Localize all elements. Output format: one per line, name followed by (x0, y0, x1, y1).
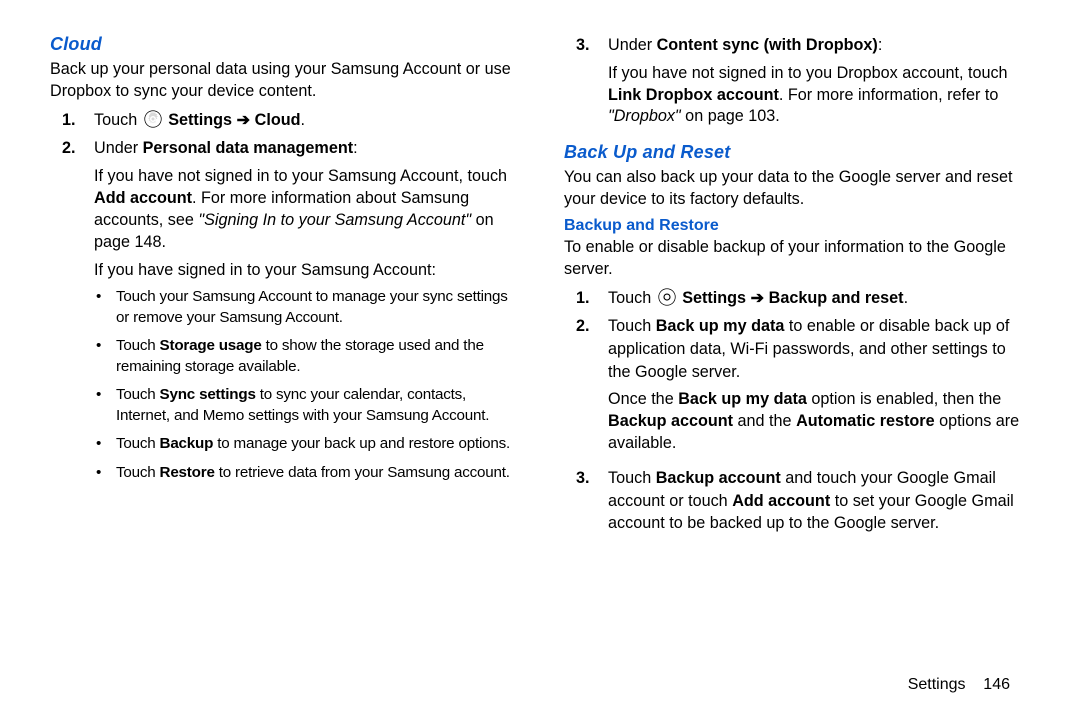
t: Backup and reset (769, 289, 904, 307)
manual-page: Cloud Back up your personal data using y… (0, 0, 1080, 720)
cross-ref: "Signing In to your Samsung Account" (198, 211, 471, 229)
t: If you have not signed in to you Dropbox… (608, 64, 1008, 82)
dot: . (904, 289, 909, 307)
text-cloud: Cloud (255, 111, 301, 129)
t: Touch (608, 317, 656, 335)
t: Link Dropbox account (608, 86, 779, 104)
bullet-icon: • (94, 385, 116, 426)
step-number: 1. (564, 287, 608, 310)
bur-sub: To enable or disable backup of your info… (564, 237, 1030, 281)
pdm-para-2: If you have signed in to your Samsung Ac… (94, 260, 516, 282)
t: Backup account (656, 469, 781, 487)
colon: : (878, 36, 883, 54)
step-number: 1. (50, 109, 94, 132)
step-number: 2. (50, 137, 94, 491)
step-number: 2. (564, 315, 608, 461)
t: Storage usage (160, 337, 262, 354)
t: Settings (682, 289, 746, 307)
t: Touch (116, 435, 160, 452)
t: Add account (732, 492, 830, 510)
left-column: Cloud Back up your personal data using y… (50, 34, 540, 700)
bur-intro: You can also back up your data to the Go… (564, 167, 1030, 211)
step-1: 1. Touch Settings ➔ Backup and reset. (564, 287, 1030, 310)
t: option is enabled, then the (807, 390, 1001, 408)
t: Touch (608, 289, 656, 307)
text: Touch (94, 111, 142, 129)
bullet-list: •Touch your Samsung Account to manage yo… (94, 287, 516, 483)
t: to retrieve data from your Samsung accou… (215, 464, 510, 481)
arrow: ➔ (751, 289, 769, 307)
t: If you have not signed in to your Samsun… (94, 167, 507, 185)
step-1: 1. Touch Settings ➔ Cloud. (50, 109, 516, 132)
cloud-steps-cont: 3. Under Content sync (with Dropbox): If… (564, 34, 1030, 134)
step-2: 2. Under Personal data management: If yo… (50, 137, 516, 491)
list-item: •Touch Backup to manage your back up and… (94, 434, 516, 455)
footer-page-number: 146 (983, 676, 1010, 693)
bullet-icon: • (94, 336, 116, 377)
step-3: 3. Under Content sync (with Dropbox): If… (564, 34, 1030, 134)
bullet-icon: • (94, 434, 116, 455)
backup-steps: 1. Touch Settings ➔ Backup and reset. 2.… (564, 287, 1030, 535)
t: Touch (116, 386, 160, 403)
list-item: •Touch Sync settings to sync your calend… (94, 385, 516, 426)
dropbox-para: If you have not signed in to you Dropbox… (608, 63, 1030, 129)
cross-ref: "Dropbox" (608, 107, 681, 125)
t: Back up my data (656, 317, 785, 335)
t: Sync settings (160, 386, 256, 403)
t: Under (608, 36, 657, 54)
heading-cloud: Cloud (50, 34, 516, 55)
footer-section: Settings (908, 676, 966, 693)
step2-extra: Once the Back up my data option is enabl… (608, 389, 1030, 455)
t: Touch (116, 337, 160, 354)
list-item: •Touch Storage usage to show the storage… (94, 336, 516, 377)
arrow: ➔ (237, 111, 255, 129)
t: Back up my data (678, 390, 807, 408)
step-2: 2. Touch Back up my data to enable or di… (564, 315, 1030, 461)
pdm-para-1: If you have not signed in to your Samsun… (94, 166, 516, 253)
gear-icon (658, 288, 676, 306)
bullet-icon: • (94, 287, 116, 328)
list-item: •Touch Restore to retrieve data from you… (94, 463, 516, 484)
dot: . (300, 111, 305, 129)
step-number: 3. (564, 467, 608, 535)
list-item: •Touch your Samsung Account to manage yo… (94, 287, 516, 328)
t: Touch (116, 464, 160, 481)
t: Once the (608, 390, 678, 408)
bullet-icon: • (94, 463, 116, 484)
step-number: 3. (564, 34, 608, 134)
step-3: 3. Touch Backup account and touch your G… (564, 467, 1030, 535)
text: Under (94, 139, 143, 157)
t: Restore (160, 464, 215, 481)
cloud-intro: Back up your personal data using your Sa… (50, 59, 516, 103)
t: Automatic restore (796, 412, 935, 430)
t: and the (733, 412, 796, 430)
text-settings: Settings (168, 111, 232, 129)
t: Backup account (608, 412, 733, 430)
t: Add account (94, 189, 192, 207)
t: Touch (608, 469, 656, 487)
text-pdm: Personal data management (143, 139, 354, 157)
t: Touch your Samsung Account to manage you… (116, 287, 516, 328)
cloud-steps: 1. Touch Settings ➔ Cloud. 2. Under Pers… (50, 109, 516, 492)
page-footer: Settings 146 (908, 676, 1010, 694)
right-column: 3. Under Content sync (with Dropbox): If… (540, 34, 1030, 700)
t: to manage your back up and restore optio… (213, 435, 510, 452)
colon: : (353, 139, 358, 157)
gear-icon (144, 110, 162, 128)
t: on page 103. (681, 107, 780, 125)
heading-backup-reset: Back Up and Reset (564, 142, 1030, 163)
t: Backup (160, 435, 214, 452)
t: Content sync (with Dropbox) (657, 36, 878, 54)
t: . For more information, refer to (779, 86, 999, 104)
heading-backup-restore: Backup and Restore (564, 217, 1030, 235)
